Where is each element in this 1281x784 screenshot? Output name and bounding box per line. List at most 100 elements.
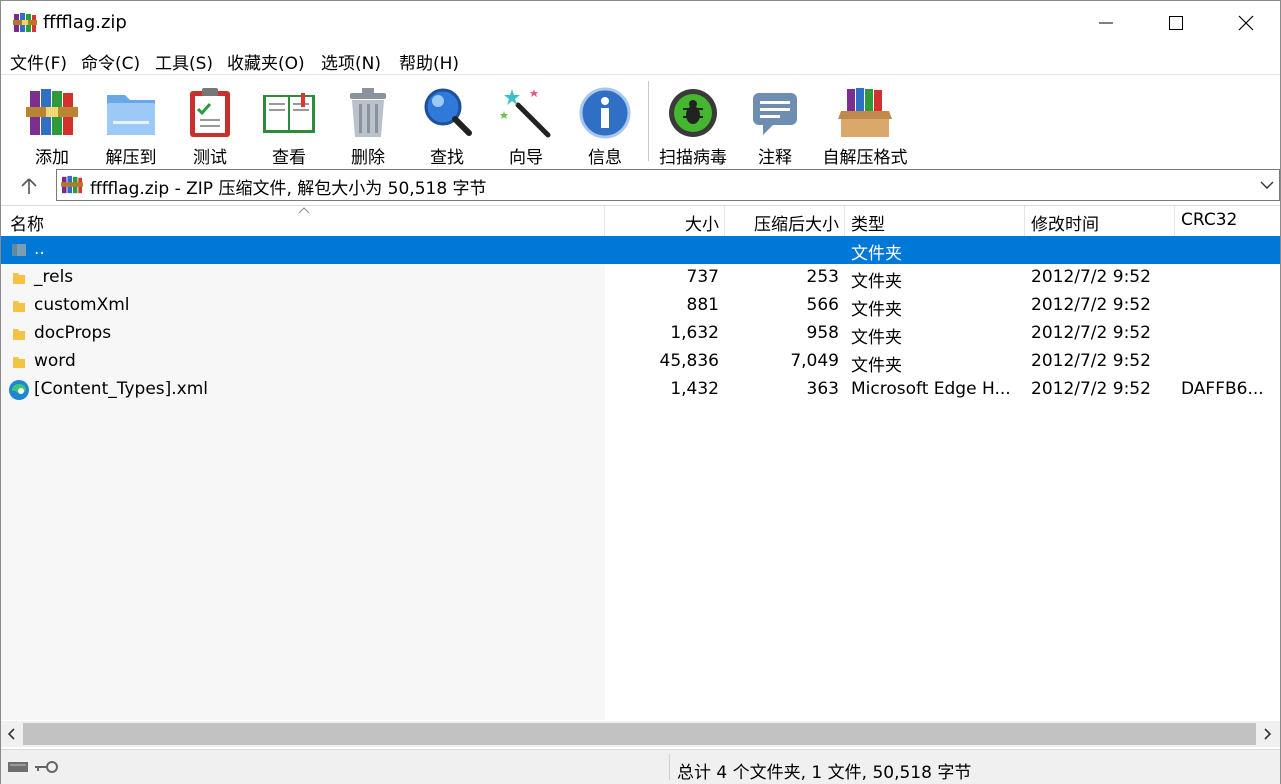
extract-to-button[interactable]: 解压到 <box>91 81 171 168</box>
maximize-icon <box>1169 16 1183 30</box>
file-modified: 2012/7/2 9:52 <box>1031 379 1151 399</box>
column-packed[interactable]: 压缩后大小 <box>725 210 839 235</box>
horizontal-scrollbar[interactable] <box>1 721 1280 747</box>
info-label: 信息 <box>588 148 622 168</box>
up-folder-button[interactable] <box>9 173 49 199</box>
column-size[interactable]: 大小 <box>605 210 719 235</box>
sfx-label: 自解压格式 <box>822 148 908 168</box>
folder-icon <box>13 357 25 368</box>
extract-folder-icon <box>107 95 155 135</box>
column-separator[interactable] <box>1024 206 1025 237</box>
winrar-window: fffflag.zip 文件(F) 命令(C) 工具(S) 收藏夹(O) 选项(… <box>0 0 1281 784</box>
file-name: _rels <box>34 267 74 287</box>
file-modified: 2012/7/2 9:52 <box>1031 351 1151 371</box>
minimize-button[interactable] <box>1071 1 1141 45</box>
file-name: word <box>34 351 76 371</box>
table-row[interactable]: .. 文件夹 <box>1 236 1280 264</box>
menu-help[interactable]: 帮助(H) <box>399 49 459 74</box>
title-bar[interactable]: fffflag.zip <box>1 1 1280 45</box>
add-button[interactable]: 添加 <box>12 81 92 168</box>
virus-scan-button[interactable]: 扫描病毒 <box>653 81 733 168</box>
winrar-app-icon <box>13 13 37 32</box>
comment-label: 注释 <box>758 148 792 168</box>
column-type[interactable]: 类型 <box>851 210 885 235</box>
file-size: 45,836 <box>659 351 719 371</box>
find-label: 查找 <box>430 148 464 168</box>
column-name[interactable]: 名称 <box>10 210 44 235</box>
comment-icon <box>753 93 797 135</box>
minimize-icon <box>1099 22 1113 24</box>
test-label: 测试 <box>193 148 227 168</box>
delete-button[interactable]: 删除 <box>328 81 408 168</box>
table-row[interactable]: _rels 737 253 文件夹 2012/7/2 9:52 <box>1 264 1280 292</box>
menu-options[interactable]: 选项(N) <box>321 49 381 74</box>
drive-icon <box>8 762 28 772</box>
wizard-button[interactable]: 向导 <box>486 81 566 168</box>
file-packed: 7,049 <box>790 351 839 371</box>
wizard-wand-icon <box>500 89 551 138</box>
file-list: .. 文件夹 _rels 737 253 文件夹 2012/7/2 9:52 c… <box>1 236 1280 720</box>
view-label: 查看 <box>272 148 306 168</box>
find-button[interactable]: 查找 <box>407 81 487 168</box>
menu-file[interactable]: 文件(F) <box>10 49 67 74</box>
add-books-icon <box>26 89 78 135</box>
scroll-right-icon[interactable] <box>1259 726 1275 742</box>
file-packed: 363 <box>806 379 839 399</box>
menu-tools[interactable]: 工具(S) <box>155 49 213 74</box>
column-separator[interactable] <box>844 206 845 237</box>
file-type: 文件夹 <box>851 328 902 348</box>
file-size: 1,632 <box>670 323 719 343</box>
chevron-down-icon[interactable] <box>1259 178 1275 192</box>
file-type: Microsoft Edge H... <box>851 379 1011 399</box>
file-list-header: 名称 大小 压缩后大小 类型 修改时间 CRC32 <box>1 205 1280 237</box>
archive-icon <box>61 175 83 194</box>
file-type: 文件夹 <box>851 272 902 292</box>
key-icon <box>35 761 58 773</box>
address-text: fffflag.zip - ZIP 压缩文件, 解包大小为 50,518 字节 <box>90 179 487 199</box>
test-button[interactable]: 测试 <box>170 81 250 168</box>
info-button[interactable]: 信息 <box>565 81 645 168</box>
folder-icon <box>13 273 25 284</box>
file-type: 文件夹 <box>851 300 902 320</box>
table-row[interactable]: [Content_Types].xml 1,432 363 Microsoft … <box>1 376 1280 404</box>
column-crc[interactable]: CRC32 <box>1181 210 1237 230</box>
column-modified[interactable]: 修改时间 <box>1031 210 1099 235</box>
address-bar[interactable]: fffflag.zip - ZIP 压缩文件, 解包大小为 50,518 字节 <box>56 169 1280 201</box>
status-text: 总计 4 个文件夹, 1 文件, 50,518 字节 <box>677 763 972 783</box>
file-modified: 2012/7/2 9:52 <box>1031 323 1151 343</box>
sort-ascending-icon <box>298 207 310 214</box>
menu-bar: 文件(F) 命令(C) 工具(S) 收藏夹(O) 选项(N) 帮助(H) <box>1 47 1280 74</box>
menu-favorites[interactable]: 收藏夹(O) <box>227 49 305 74</box>
table-row[interactable]: word 45,836 7,049 文件夹 2012/7/2 9:52 <box>1 348 1280 376</box>
file-name: docProps <box>34 323 112 343</box>
close-button[interactable] <box>1211 1 1281 45</box>
test-clipboard-icon <box>190 88 230 137</box>
find-magnifier-icon <box>424 88 472 136</box>
view-button[interactable]: 查看 <box>249 81 329 168</box>
file-packed: 958 <box>806 323 839 343</box>
info-icon <box>579 87 631 139</box>
file-size: 881 <box>686 295 719 315</box>
file-name: customXml <box>34 295 130 315</box>
toolbar: 添加 解压到 测试 查看 删除 查找 向导 信息 扫描病毒 注释 自解压格式 <box>1 74 1280 168</box>
file-name: [Content_Types].xml <box>34 379 209 399</box>
file-packed: 253 <box>806 267 839 287</box>
scroll-left-icon[interactable] <box>4 726 20 742</box>
comment-button[interactable]: 注释 <box>735 81 815 168</box>
file-crc: DAFFB6... <box>1181 379 1264 399</box>
wizard-label: 向导 <box>509 148 543 168</box>
menu-command[interactable]: 命令(C) <box>81 49 140 74</box>
sfx-button[interactable]: 自解压格式 <box>815 81 915 168</box>
table-row[interactable]: customXml 881 566 文件夹 2012/7/2 9:52 <box>1 292 1280 320</box>
delete-label: 删除 <box>351 148 385 168</box>
view-book-icon <box>263 93 315 133</box>
parent-folder-icon <box>12 244 26 256</box>
scrollbar-thumb[interactable] <box>23 723 1256 745</box>
toolbar-separator <box>648 81 649 161</box>
virus-scan-label: 扫描病毒 <box>659 148 727 168</box>
column-separator[interactable] <box>1174 206 1175 237</box>
folder-icon <box>13 329 25 340</box>
maximize-button[interactable] <box>1141 1 1211 45</box>
close-icon <box>1238 15 1254 31</box>
table-row[interactable]: docProps 1,632 958 文件夹 2012/7/2 9:52 <box>1 320 1280 348</box>
